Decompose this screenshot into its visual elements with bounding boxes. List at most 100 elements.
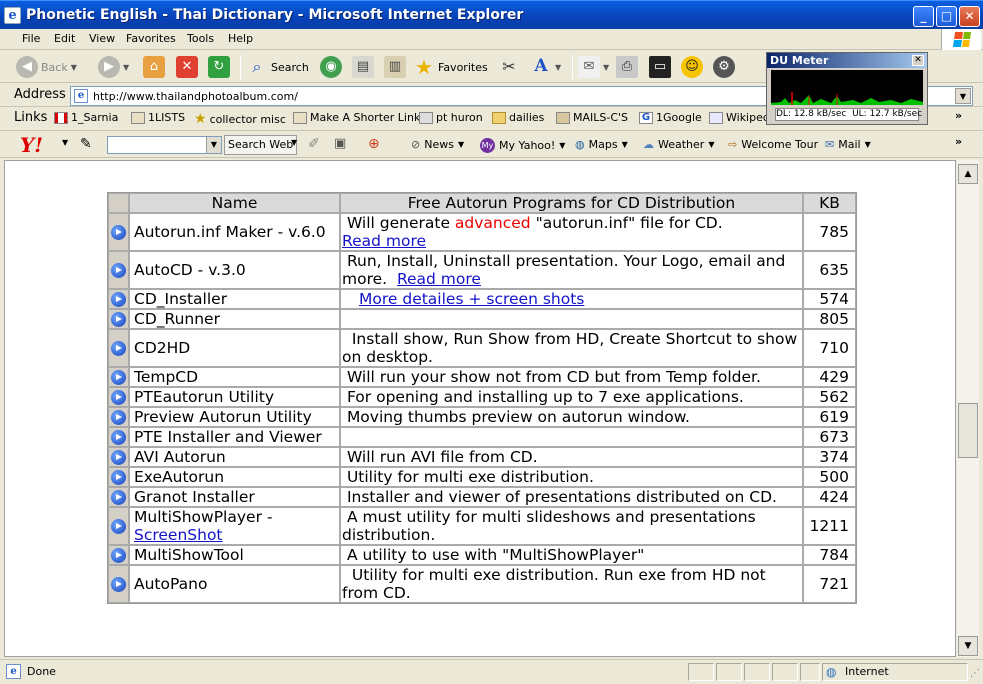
read-more-link[interactable]: Read more <box>397 270 481 288</box>
news-button[interactable]: ⊘ News ▼ <box>411 138 464 151</box>
address-url[interactable]: http://www.thailandphotoalbum.com/ <box>93 90 298 103</box>
vertical-scrollbar[interactable]: ▲ ▼ <box>957 160 979 657</box>
back-button[interactable]: ◀ Back ▼ <box>16 56 77 78</box>
home-button[interactable]: ⌂ <box>143 56 165 78</box>
bullet-cell <box>108 507 129 545</box>
mail-icon <box>556 111 570 124</box>
link-item[interactable]: MAILS-C'S <box>556 111 628 124</box>
mail-button[interactable]: ✉ Mail ▼ <box>825 138 871 151</box>
address-label: Address <box>14 87 66 102</box>
target-icon[interactable]: ⊕ <box>368 136 380 152</box>
chevron-down-icon: ▼ <box>123 62 130 72</box>
menu-tools[interactable]: Tools <box>187 32 214 45</box>
tool-button[interactable]: ⚙ <box>713 56 735 78</box>
yahoo-logo-icon[interactable]: Y! <box>20 133 43 157</box>
table-row: MultiShowPlayer - ScreenShot A must util… <box>108 507 856 545</box>
menu-view[interactable]: View <box>89 32 115 45</box>
pencil-icon[interactable]: ✎ <box>80 136 92 152</box>
description-text: A utility to use with "MultiShowPlayer" <box>342 546 645 564</box>
program-name: PTE Installer and Viewer <box>134 428 322 446</box>
read-more-link[interactable]: Read more <box>342 232 426 250</box>
kb-cell: 635 <box>803 251 856 289</box>
search-web-button[interactable]: Search Web <box>224 135 298 155</box>
menu-edit[interactable]: Edit <box>54 32 75 45</box>
envelope-icon: ✉ <box>578 56 600 78</box>
folder-icon <box>492 111 506 124</box>
stop-button[interactable]: ✕ <box>176 56 198 78</box>
highlighter-icon[interactable]: ✐ <box>308 136 320 152</box>
arrow-bullet-icon <box>111 519 126 534</box>
link-item[interactable]: pt huron <box>419 111 483 124</box>
description-text: Will run AVI file from CD. <box>342 448 538 466</box>
my-yahoo-button[interactable]: My My Yahoo! ▼ <box>480 138 565 153</box>
maps-button[interactable]: ◍ Maps ▼ <box>575 138 628 151</box>
favorites-button[interactable]: ★ Favorites <box>413 56 488 78</box>
menu-favorites[interactable]: Favorites <box>126 32 176 45</box>
description-cell: Will run your show not from CD but from … <box>340 367 803 387</box>
messenger-button[interactable]: ▭ <box>649 56 671 78</box>
screenshot-link[interactable]: ScreenShot <box>134 526 223 544</box>
description-cell: Utility for multi exe distribution. Run … <box>340 565 803 603</box>
arrow-bullet-icon <box>111 548 126 563</box>
description-text: Moving thumbs preview on autorun window. <box>342 408 690 426</box>
resize-grip-icon[interactable]: ⋰ <box>970 668 980 679</box>
scroll-up-button[interactable]: ▲ <box>958 164 978 184</box>
font-button[interactable]: A ▼ <box>530 56 561 78</box>
mail-button[interactable]: ✉ ▼ <box>578 56 609 78</box>
kb-cell: 429 <box>803 367 856 387</box>
chevron-down-icon[interactable]: ▼ <box>291 138 297 147</box>
menu-help[interactable]: Help <box>228 32 253 45</box>
table-row: AVI Autorun Will run AVI file from CD. 37… <box>108 447 856 467</box>
media-button[interactable]: ◉ <box>320 56 342 78</box>
link-item[interactable]: 1LISTS <box>131 111 185 124</box>
weather-button[interactable]: ☁ Weather ▼ <box>643 138 714 151</box>
bullet-cell <box>108 487 129 507</box>
print-button[interactable]: ⎙ <box>616 56 638 78</box>
read-more-link[interactable]: More detailes + screen shots <box>359 290 584 308</box>
popup-blocker-icon[interactable]: ▣ <box>334 136 346 151</box>
yahoo-more-icon[interactable]: » <box>955 135 962 148</box>
chevron-down-icon[interactable]: ▼ <box>62 138 68 147</box>
media-icon: ◉ <box>320 56 342 78</box>
forward-button[interactable]: ▶ ▼ <box>98 56 129 78</box>
status-pane <box>716 663 742 681</box>
yahoo-search-input[interactable]: ▼ <box>107 136 222 154</box>
link-item[interactable]: 1_Sarnia <box>54 111 118 124</box>
refresh-button[interactable]: ↻ <box>208 56 230 78</box>
description-highlight: advanced <box>454 214 531 232</box>
maximize-button[interactable]: □ <box>936 6 957 27</box>
chevron-down-icon[interactable]: ▼ <box>206 137 221 153</box>
cut-button[interactable]: ✂ <box>498 56 520 78</box>
link-item[interactable]: Make A Shorter Link <box>293 111 420 124</box>
clipboard-button[interactable]: ▥ <box>384 56 406 78</box>
news-icon: ⊘ <box>411 138 421 151</box>
name-cell: Autorun.inf Maker - v.6.0 <box>129 213 340 251</box>
du-meter-window[interactable]: DU Meter ✕ DL: 12.8 kB/sec UL: 12.7 kB/s… <box>766 52 928 125</box>
programs-table: Name Free Autorun Programs for CD Distri… <box>107 192 857 604</box>
welcome-tour-button[interactable]: ⇨ Welcome Tour <box>728 138 818 151</box>
history-button[interactable]: ▤ <box>352 56 374 78</box>
close-button[interactable]: ✕ <box>959 6 980 27</box>
program-name: AVI Autorun <box>134 448 226 466</box>
address-dropdown-icon[interactable]: ▼ <box>955 88 971 104</box>
minimize-button[interactable]: _ <box>913 6 934 27</box>
kb-cell: 673 <box>803 427 856 447</box>
link-item[interactable]: ★ collector misc <box>194 111 286 127</box>
chevron-down-icon: ▼ <box>603 62 610 72</box>
header-kb: KB <box>803 193 856 213</box>
menu-file[interactable]: File <box>22 32 40 45</box>
description-cell: A must utility for multi slideshows and … <box>340 507 803 545</box>
search-button[interactable]: ⌕ Search <box>246 56 309 78</box>
yahoo-messenger-button[interactable]: ☺ <box>681 56 703 78</box>
scroll-down-button[interactable]: ▼ <box>958 636 978 656</box>
links-more-icon[interactable]: » <box>955 109 962 122</box>
scroll-thumb[interactable] <box>958 403 978 458</box>
du-meter-close-button[interactable]: ✕ <box>912 55 924 66</box>
status-pane <box>744 663 770 681</box>
link-item[interactable]: dailies <box>492 111 544 124</box>
name-cell: AVI Autorun <box>129 447 340 467</box>
back-arrow-icon: ◀ <box>16 56 38 78</box>
table-row: CD_Runner 805 <box>108 309 856 329</box>
bullet-cell <box>108 467 129 487</box>
link-item[interactable]: G 1Google <box>639 111 702 124</box>
